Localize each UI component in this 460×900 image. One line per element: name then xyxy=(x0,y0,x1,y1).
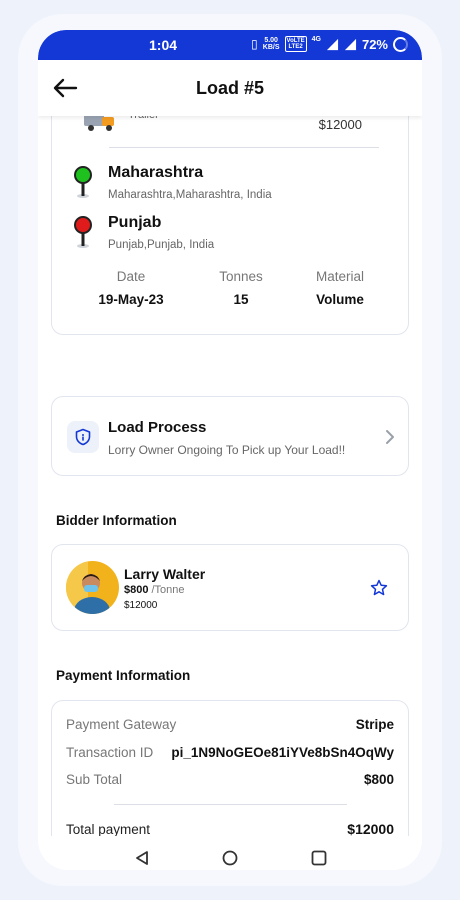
stat-value: 19-May-23 xyxy=(98,292,164,307)
pay-value: Stripe xyxy=(355,717,394,732)
total-value: $12000 xyxy=(347,821,394,836)
stat-date: Date 19-May-23 xyxy=(81,269,181,307)
process-title: Load Process xyxy=(108,419,207,436)
battery-percent: 72% xyxy=(361,36,388,52)
stat-label: Tonnes xyxy=(219,269,263,284)
network-type: 4G xyxy=(311,36,321,43)
shield-icon-wrap xyxy=(67,421,99,453)
bidder-card[interactable]: Larry Walter $800/Tonne $12000 xyxy=(51,544,409,631)
load-process-card[interactable]: Load Process Lorry Owner Ongoing To Pick… xyxy=(51,396,409,476)
vibrate-icon: ▯ xyxy=(251,37,258,51)
divider xyxy=(109,147,379,148)
bidder-rate-unit: /Tonne xyxy=(151,584,185,596)
bidder-section-title: Bidder Information xyxy=(56,513,177,528)
pay-label: Transaction ID xyxy=(66,745,154,760)
stat-tonnes: Tonnes 15 xyxy=(191,269,291,307)
pay-value: $800 xyxy=(363,772,394,787)
payment-row-subtotal: Sub Total $800 xyxy=(66,772,394,787)
nav-back-icon[interactable] xyxy=(134,850,150,866)
content-scroll[interactable]: Trailer $12000 Maharashtra Maharashtra,M… xyxy=(38,116,422,836)
process-subtitle: Lorry Owner Ongoing To Pick up Your Load… xyxy=(108,443,346,457)
payment-row-gateway: Payment Gateway Stripe xyxy=(66,717,394,732)
bidder-name: Larry Walter xyxy=(124,566,206,582)
avatar xyxy=(66,561,119,614)
pay-value: pi_1N9NoGEOe81iYVe8bSn4OqWy xyxy=(171,745,394,760)
stat-value: 15 xyxy=(233,292,249,307)
app-bar: Load #5 xyxy=(38,60,422,116)
load-price: $12000 xyxy=(318,117,362,132)
payment-card: Payment Gateway Stripe Transaction ID pi… xyxy=(51,700,409,836)
destination-pin-icon xyxy=(74,216,92,248)
pay-label: Sub Total xyxy=(66,772,123,787)
truck-type: Trailer xyxy=(128,116,159,121)
volte-badge: VoLTE LTE2 xyxy=(284,36,307,52)
divider xyxy=(114,804,347,805)
network-speed: 5.00 KB/S xyxy=(262,37,280,51)
signal-icon-2 xyxy=(344,38,357,50)
page-title: Load #5 xyxy=(195,78,265,98)
nav-recents-icon[interactable] xyxy=(311,850,327,866)
truck-icon xyxy=(84,116,114,131)
route-card: Trailer $12000 Maharashtra Maharashtra,M… xyxy=(51,116,409,335)
destination-title: Punjab xyxy=(108,214,162,231)
stat-material: Material Volume xyxy=(290,269,390,307)
system-nav-bar xyxy=(38,836,422,870)
chevron-right-icon xyxy=(386,430,394,444)
bidder-rate: $800/Tonne xyxy=(124,584,185,596)
app-screen: 1:04 ▯ 5.00 KB/S VoLTE LTE2 4G 72% Load … xyxy=(38,30,422,870)
shield-icon xyxy=(75,428,91,446)
pay-label: Payment Gateway xyxy=(66,717,177,732)
stat-value: Volume xyxy=(316,292,364,307)
battery-icon xyxy=(393,36,408,52)
status-icons: ▯ 5.00 KB/S VoLTE LTE2 4G 72% xyxy=(251,36,408,52)
payment-row-total: Total payment $12000 xyxy=(66,821,394,836)
star-icon[interactable] xyxy=(370,579,388,597)
destination-address: Punjab,Punjab, India xyxy=(108,239,215,251)
stat-label: Date xyxy=(116,269,146,284)
payment-section-title: Payment Information xyxy=(56,668,191,683)
nav-home-icon[interactable] xyxy=(222,850,238,866)
origin-address: Maharashtra,Maharashtra, India xyxy=(108,189,272,201)
bidder-rate-value: $800 xyxy=(124,584,149,596)
status-time: 1:04 xyxy=(149,37,178,53)
bidder-price: $12000 xyxy=(124,600,158,611)
signal-icon xyxy=(326,38,339,50)
payment-row-transaction: Transaction ID pi_1N9NoGEOe81iYVe8bSn4Oq… xyxy=(66,745,394,760)
origin-pin-icon xyxy=(74,166,92,198)
status-bar: 1:04 ▯ 5.00 KB/S VoLTE LTE2 4G 72% xyxy=(38,30,422,60)
stat-label: Material xyxy=(315,269,364,284)
total-label: Total payment xyxy=(66,822,151,836)
origin-title: Maharashtra xyxy=(108,164,204,181)
